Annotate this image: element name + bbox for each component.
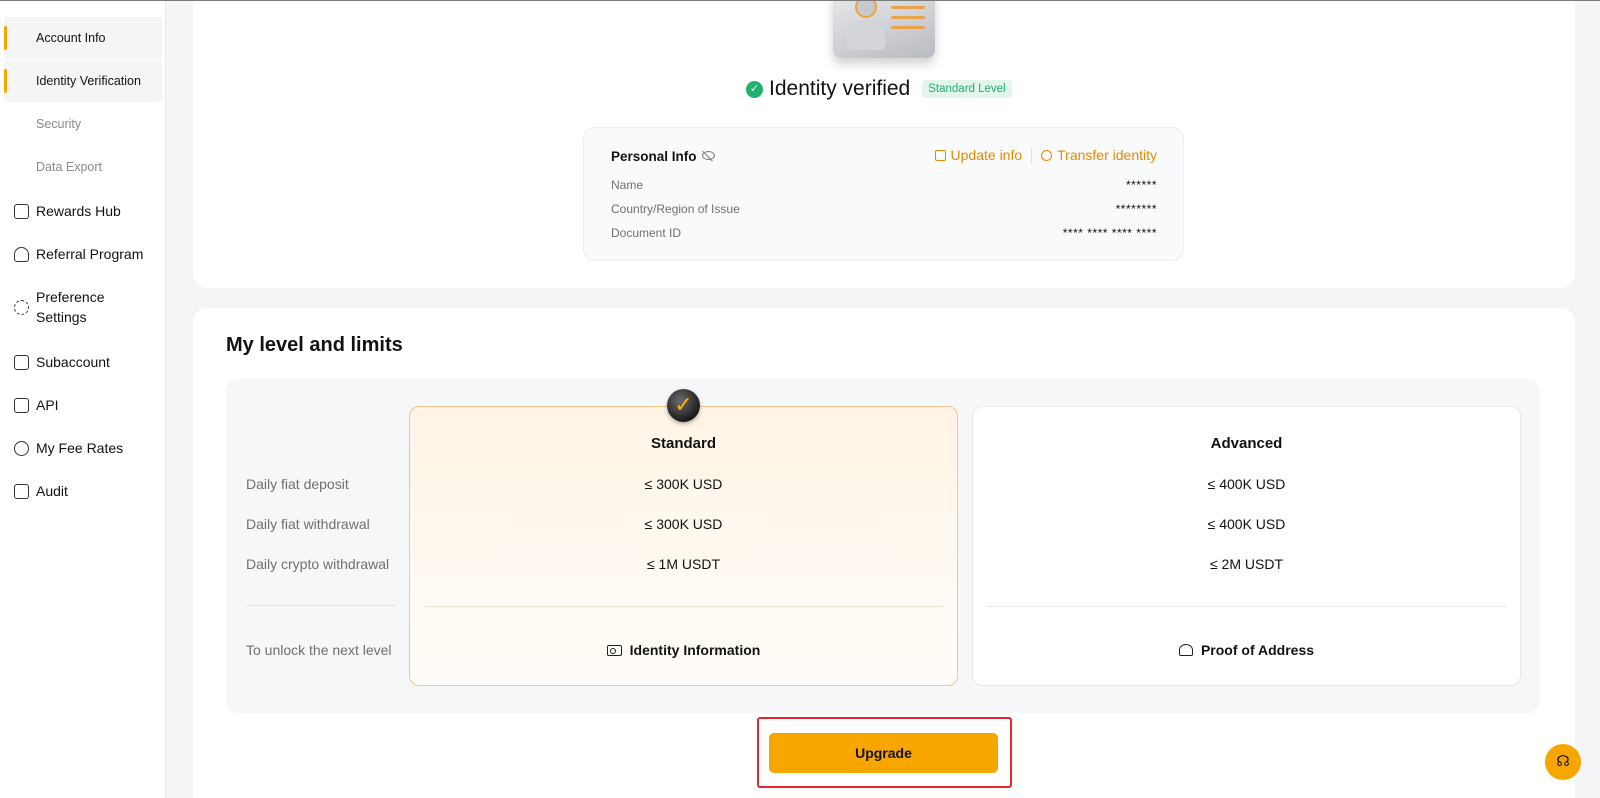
gift-icon: [14, 204, 29, 219]
level-unlock-requirement: Identity Information: [410, 642, 957, 658]
level-unlock-requirement: Proof of Address: [973, 642, 1520, 658]
id-line: [891, 6, 925, 9]
sidebar-item-referral-program[interactable]: Referral Program: [0, 243, 166, 265]
gear-icon: [14, 300, 29, 315]
verification-title: Identity verified: [769, 77, 911, 100]
info-value: ******: [1125, 178, 1157, 192]
action-divider: [1031, 147, 1033, 163]
info-row-document-id: Document ID **** **** **** ****: [611, 226, 1157, 240]
id-line: [891, 26, 925, 29]
sidebar-item-label: API: [36, 397, 59, 413]
sidebar-item-identity-verification[interactable]: Identity Verification: [4, 60, 162, 102]
level-card-advanced: Advanced ≤ 400K USD ≤ 400K USD ≤ 2M USDT…: [972, 406, 1521, 686]
unlock-label: Identity Information: [629, 642, 761, 658]
sidebar-item-label: Security: [36, 117, 82, 131]
sidebar-item-label: Subaccount: [36, 354, 110, 370]
info-label: Country/Region of Issue: [611, 202, 740, 216]
sidebar-item-label: Preference Settings: [36, 289, 105, 325]
sidebar-item-audit[interactable]: Audit: [0, 480, 166, 502]
sidebar-item-api[interactable]: API: [0, 394, 166, 416]
level-value: ≤ 400K USD: [1207, 516, 1286, 532]
id-photo-head: [855, 0, 877, 18]
update-info-link[interactable]: Update info: [934, 147, 1023, 163]
sidebar-item-account-info[interactable]: Account Info: [4, 17, 162, 59]
level-name: Advanced: [1210, 435, 1283, 452]
window-top-edge: [0, 0, 1600, 1]
sidebar-item-label: Audit: [36, 483, 68, 499]
level-value: ≤ 300K USD: [644, 476, 723, 492]
id-card-icon: [606, 644, 622, 656]
api-icon: [14, 398, 29, 413]
row-label-fiat-deposit: Daily fiat deposit: [246, 476, 349, 492]
row-label-fiat-withdrawal: Daily fiat withdrawal: [246, 516, 370, 532]
address-icon: [1178, 644, 1193, 656]
level-value: ≤ 400K USD: [1207, 476, 1286, 492]
info-row-name: Name ******: [611, 178, 1157, 192]
transfer-icon: [1041, 149, 1053, 161]
personal-info-box: Personal Info Update info Transfer ident…: [583, 127, 1184, 261]
current-level-check-icon: ✓: [667, 389, 700, 422]
sidebar-item-label: Referral Program: [36, 246, 144, 262]
active-indicator: [4, 69, 7, 93]
info-value: **** **** **** ****: [1062, 226, 1157, 240]
limits-title: My level and limits: [226, 334, 403, 356]
sidebar-item-rewards-hub[interactable]: Rewards Hub: [0, 200, 166, 222]
id-photo-body: [847, 20, 885, 50]
sidebar-item-label: Identity Verification: [36, 74, 141, 88]
level-value: ≤ 300K USD: [644, 516, 723, 532]
id-card-illustration: [833, 0, 935, 58]
support-headset-icon[interactable]: ☊: [1545, 744, 1581, 780]
edit-icon: [934, 149, 946, 161]
subaccount-icon: [14, 355, 29, 370]
sidebar-item-preference-settings[interactable]: Preference Settings: [0, 286, 166, 328]
transfer-identity-link[interactable]: Transfer identity: [1041, 147, 1157, 163]
id-line: [891, 16, 925, 19]
level-badge: Standard Level: [922, 80, 1012, 98]
info-label: Document ID: [611, 226, 682, 240]
upgrade-button[interactable]: Upgrade: [769, 733, 998, 773]
unlock-label: Proof of Address: [1200, 642, 1315, 658]
row-label-crypto-withdrawal: Daily crypto withdrawal: [246, 556, 390, 572]
sidebar-item-data-export[interactable]: Data Export: [4, 146, 162, 188]
referral-icon: [14, 247, 29, 262]
personal-info-title: Personal Info: [611, 149, 697, 164]
level-value: ≤ 2M USDT: [1209, 556, 1284, 572]
transfer-identity-label: Transfer identity: [1057, 147, 1157, 163]
verified-check-icon: ✓: [746, 80, 763, 98]
eye-off-icon[interactable]: [702, 151, 715, 160]
info-label: Name: [611, 178, 644, 192]
level-divider: [987, 606, 1506, 607]
info-value: ********: [1115, 202, 1157, 216]
sidebar: Account Info Identity Verification Secur…: [0, 0, 166, 798]
sidebar-item-subaccount[interactable]: Subaccount: [0, 351, 166, 373]
level-value: ≤ 1M USDT: [646, 556, 721, 572]
fee-icon: [14, 441, 29, 456]
audit-icon: [14, 484, 29, 499]
sidebar-item-security[interactable]: Security: [4, 103, 162, 145]
label-divider: [246, 605, 396, 606]
level-name: Standard: [650, 435, 716, 452]
level-card-standard: Standard ≤ 300K USD ≤ 300K USD ≤ 1M USDT…: [409, 406, 958, 686]
sidebar-item-my-fee-rates[interactable]: My Fee Rates: [0, 437, 166, 459]
sidebar-item-label: Rewards Hub: [36, 203, 121, 219]
level-divider: [424, 606, 943, 607]
active-indicator: [4, 26, 7, 50]
row-label-unlock: To unlock the next level: [246, 642, 392, 658]
sidebar-item-label: My Fee Rates: [36, 440, 124, 456]
personal-info-actions: Update info Transfer identity: [934, 147, 1157, 163]
verification-status: ✓ Identity verified Standard Level: [746, 76, 1012, 102]
sidebar-item-label: Data Export: [36, 160, 103, 174]
update-info-label: Update info: [950, 147, 1023, 163]
info-row-country: Country/Region of Issue ********: [611, 202, 1157, 216]
sidebar-item-label: Account Info: [36, 31, 106, 45]
